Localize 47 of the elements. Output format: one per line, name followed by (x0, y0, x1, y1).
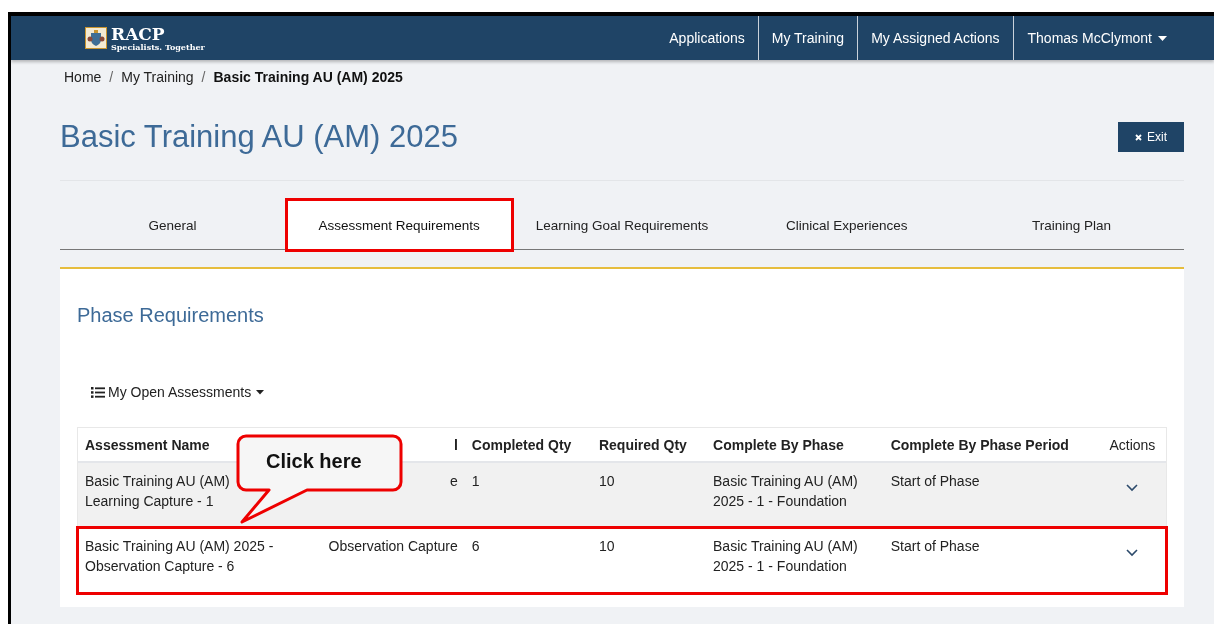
nav-link[interactable]: Thomas McClymont (1012, 16, 1184, 60)
chevron-down-icon[interactable] (1126, 483, 1139, 492)
list-icon (91, 386, 105, 398)
table-cell: 10 (598, 472, 615, 489)
callout-text: Click here (266, 449, 362, 473)
caret-icon (1158, 35, 1167, 41)
brand-tagline: Specialists. Together (111, 42, 205, 51)
table-cell: Observation Capture (328, 537, 458, 554)
tab[interactable]: Learning Goal Requirements (509, 200, 735, 250)
section-title: Phase Requirements (77, 304, 265, 327)
column-header: Actions (1109, 436, 1156, 453)
breadcrumb-item: Basic Training AU (AM) 2025 (213, 69, 403, 85)
table-cell: e (450, 472, 458, 489)
table-cell: Basic Training AU (AM) Learning Capture - 1 (85, 472, 230, 509)
column-header: Complete By Phase (713, 436, 844, 453)
breadcrumb-item[interactable]: My Training (121, 69, 194, 85)
column-header: Required Qty (598, 436, 687, 453)
close-icon (1135, 133, 1142, 141)
nav-link[interactable]: My Training (757, 16, 858, 60)
breadcrumb-separator: / (109, 69, 114, 85)
table-cell: Basic Training AU (AM) 2025 - 1 - Foundation (713, 537, 858, 574)
page-title: Basic Training AU (AM) 2025 (60, 119, 458, 155)
tab[interactable]: Assessment Requirements (286, 200, 512, 250)
table-cell: Start of Phase (890, 537, 980, 554)
table-cell: Start of Phase (890, 472, 980, 489)
table-cell: 10 (598, 537, 615, 554)
nav-link[interactable]: My Assigned Actions (857, 16, 1013, 60)
nav-link[interactable]: Applications (656, 16, 758, 60)
chevron-down-icon[interactable] (1126, 548, 1139, 557)
column-header: Complete By Phase Period (890, 436, 1069, 453)
breadcrumb-item[interactable]: Home (64, 69, 102, 85)
caret-icon (256, 389, 265, 395)
column-header: Completed Qty (471, 436, 572, 453)
filter-dropdown[interactable]: My Open Assessments (91, 384, 265, 400)
exit-button[interactable]: Exit (1118, 122, 1184, 152)
crest-icon (85, 27, 107, 49)
column-header: Assessment Name (85, 436, 210, 453)
breadcrumb-separator: / (201, 69, 206, 85)
table-cell: Basic Training AU (AM) 2025 - 1 - Foundation (713, 472, 858, 509)
column-header: l (453, 436, 458, 453)
table-cell: 1 (471, 472, 480, 489)
tab[interactable]: Clinical Experiences (734, 200, 960, 250)
brand-name: RACP (111, 25, 166, 43)
table-cell: 6 (471, 537, 480, 554)
table-cell: Basic Training AU (AM) 2025 - Observation Capture - 6 (85, 537, 274, 574)
tab[interactable]: General (60, 200, 285, 250)
tab[interactable]: Training Plan (959, 200, 1184, 250)
